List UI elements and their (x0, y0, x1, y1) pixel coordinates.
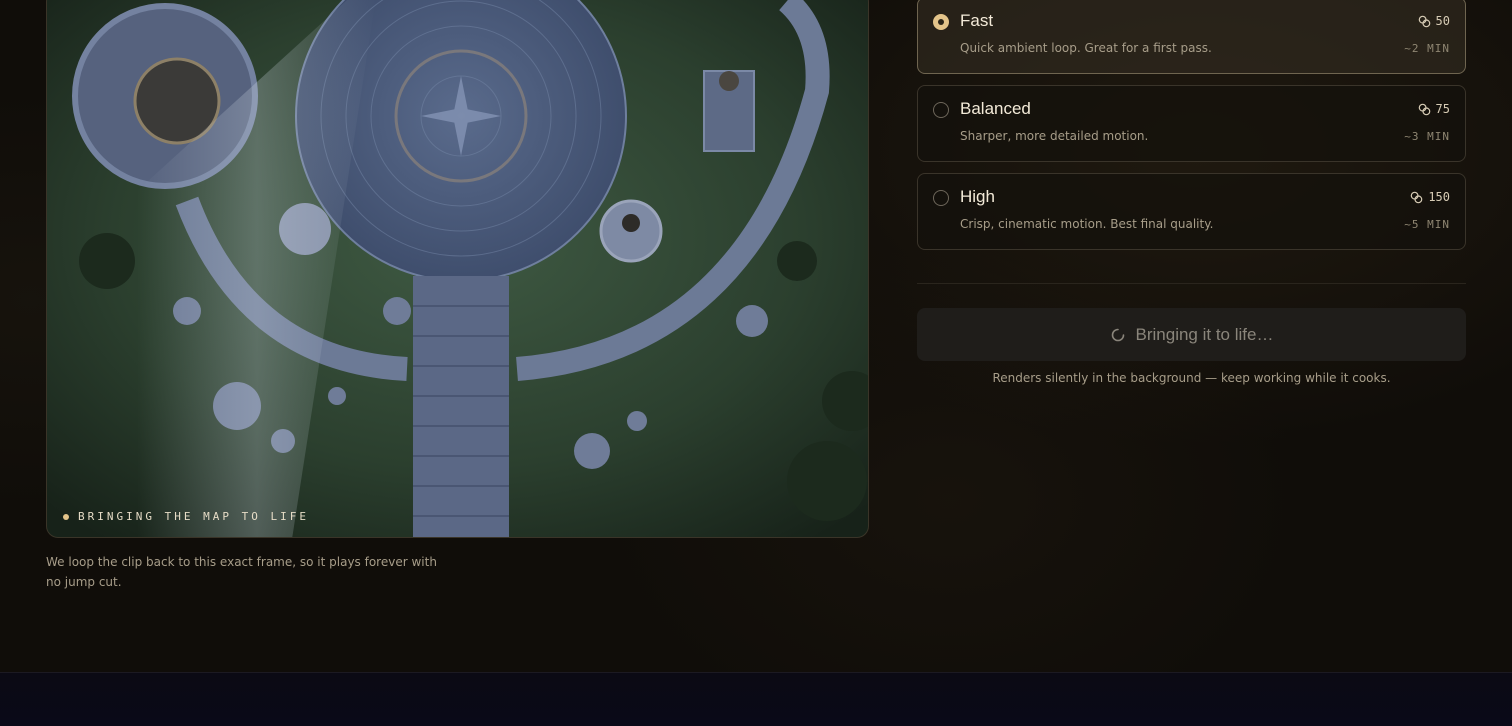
option-description: Quick ambient loop. Great for a first pa… (960, 41, 1212, 55)
divider (917, 283, 1466, 284)
option-time: ~2 MIN (1404, 42, 1450, 55)
render-button-label: Bringing it to life… (1135, 324, 1274, 344)
radio-button[interactable] (933, 102, 949, 118)
preview-caption: We loop the clip back to this exact fram… (46, 555, 437, 589)
quality-option-balanced[interactable]: Balanced Sharper, more detailed motion. … (917, 85, 1466, 162)
option-description: Crisp, cinematic motion. Best final qual… (960, 217, 1214, 231)
option-cost-value: 50 (1435, 14, 1450, 28)
option-cost: 75 (1418, 102, 1450, 116)
option-description: Sharper, more detailed motion. (960, 129, 1149, 143)
option-cost-value: 150 (1428, 190, 1450, 204)
coins-icon (1418, 103, 1430, 115)
option-title: High (960, 187, 995, 206)
render-note: Renders silently in the background — kee… (992, 371, 1391, 385)
coins-icon (1418, 15, 1430, 27)
map-preview: BRINGING THE MAP TO LIFE (46, 0, 869, 538)
option-cost: 150 (1410, 190, 1450, 204)
option-time: ~3 MIN (1404, 130, 1450, 143)
option-time: ~5 MIN (1404, 218, 1450, 231)
option-cost: 50 (1418, 14, 1450, 28)
option-title: Balanced (960, 99, 1031, 118)
map-preview-image (47, 0, 868, 537)
next-section-heading-clipped (46, 716, 266, 726)
quality-option-fast[interactable]: Fast Quick ambient loop. Great for a fir… (917, 0, 1466, 74)
render-button[interactable]: Bringing it to life… (917, 308, 1466, 361)
option-cost-value: 75 (1435, 102, 1450, 116)
option-title: Fast (960, 11, 994, 30)
spinner-icon (1111, 328, 1124, 341)
radio-button[interactable] (933, 190, 949, 206)
coins-icon (1411, 191, 1423, 203)
quality-option-high[interactable]: High Crisp, cinematic motion. Best final… (917, 173, 1466, 250)
status-dot (63, 513, 69, 520)
preview-status-badge: BRINGING THE MAP TO LIFE (63, 510, 309, 523)
radio-button[interactable] (933, 14, 949, 30)
preview-badge-label: BRINGING THE MAP TO LIFE (78, 510, 309, 523)
